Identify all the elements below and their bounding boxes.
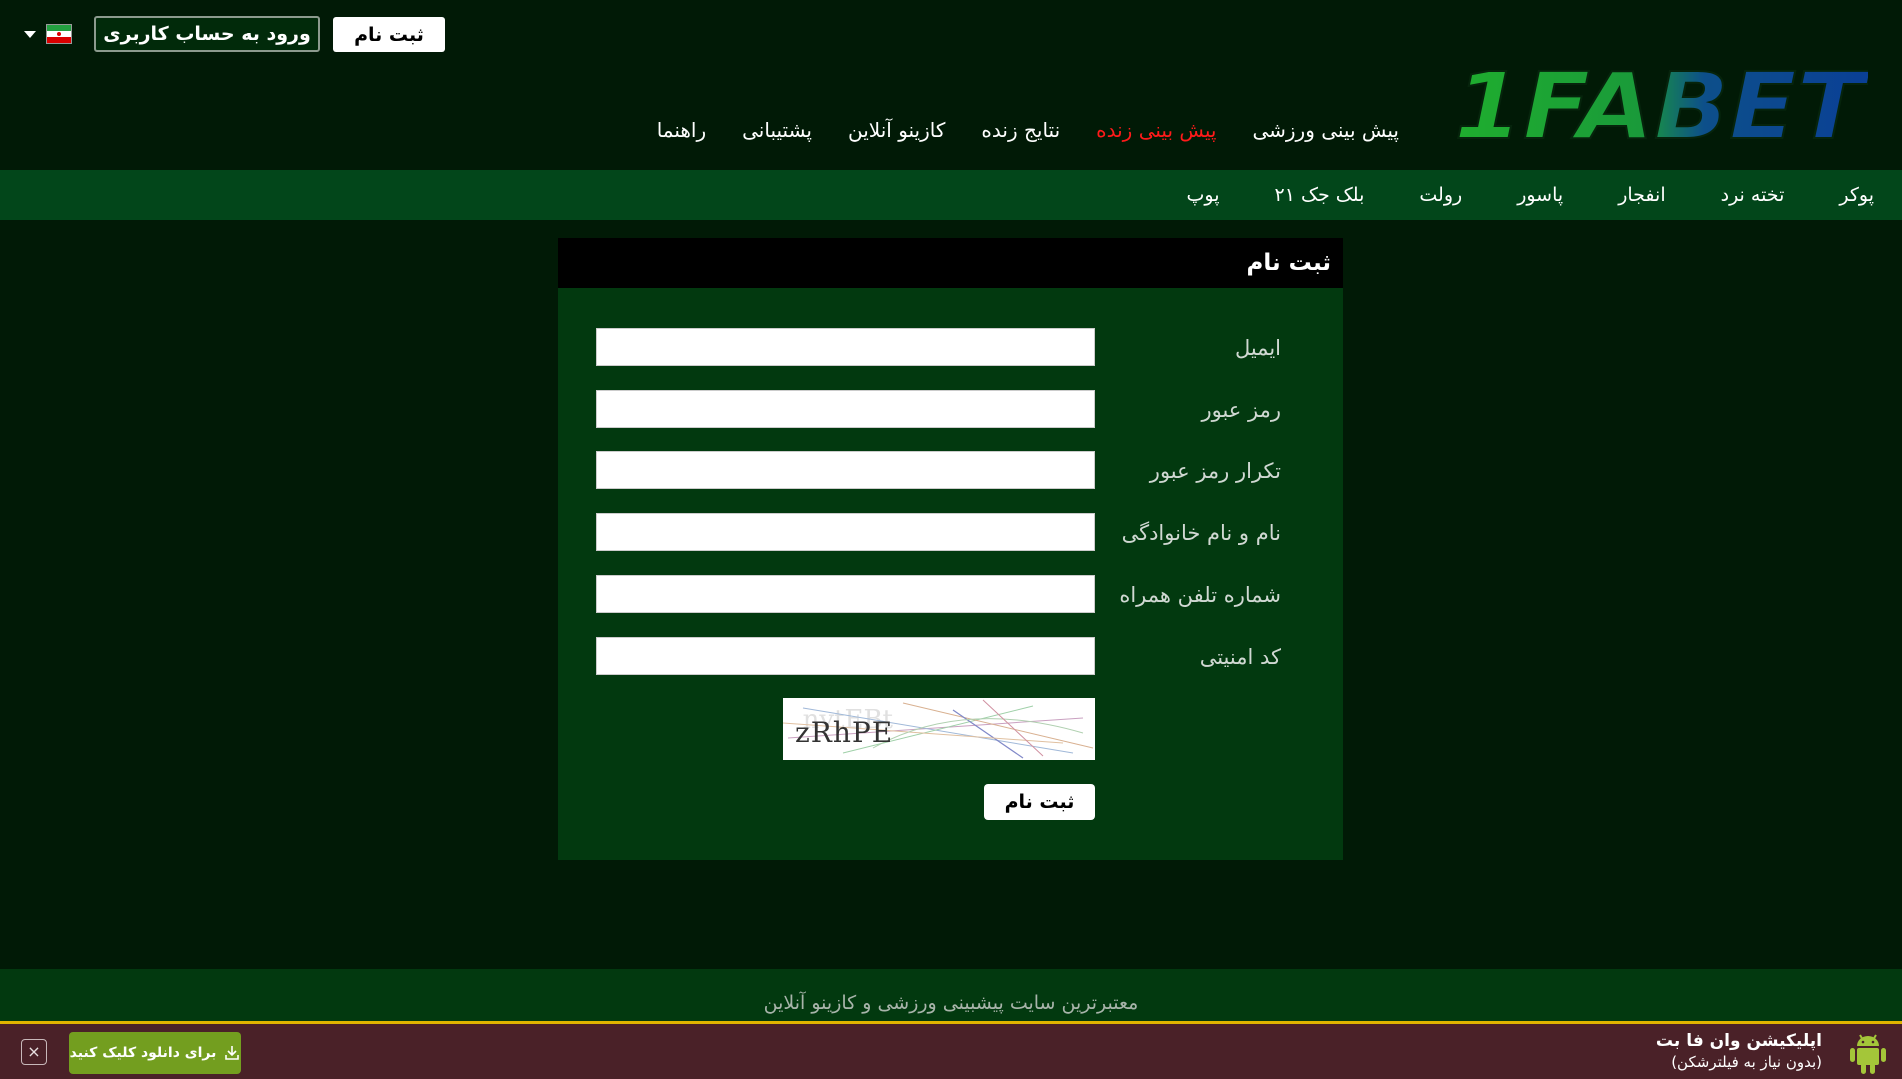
- nav-live-results[interactable]: نتایج زنده: [963, 118, 1078, 152]
- top-bar: ورود به حساب کاربری ثبت نام: [0, 0, 1902, 70]
- download-icon: [225, 1046, 240, 1060]
- games-nav-blackjack[interactable]: بلک جک ۲۱: [1275, 184, 1365, 206]
- registration-panel: ثبت نام ایمیل رمز عبور تکرار رمز عبور نا…: [558, 238, 1343, 860]
- games-nav-crash[interactable]: انفجار: [1618, 184, 1665, 206]
- games-nav-pasoor[interactable]: پاسور: [1517, 184, 1563, 206]
- download-app-button[interactable]: برای دانلود کلیک کنید: [69, 1032, 241, 1074]
- games-nav-backgammon[interactable]: تخته نرد: [1721, 184, 1785, 206]
- app-banner-title: اپلیکیشن وان فا بت: [1655, 1031, 1822, 1051]
- password-label: رمز عبور: [1201, 398, 1281, 422]
- submit-register-button[interactable]: ثبت نام: [984, 784, 1095, 820]
- games-nav-roulette[interactable]: رولت: [1419, 184, 1462, 206]
- full-name-label: نام و نام خانوادگی: [1121, 521, 1281, 545]
- iran-flag-icon: [46, 24, 72, 44]
- register-button[interactable]: ثبت نام: [333, 17, 445, 52]
- main-nav: پیش بینی ورزشی پیش بینی زنده نتایج زنده …: [639, 118, 1417, 152]
- phone-row: شماره تلفن همراه: [558, 575, 1343, 615]
- app-download-banner: اپلیکیشن وان فا بت (بدون نیاز به فیلترشک…: [0, 1021, 1902, 1079]
- footer: معتبرترین سایت پیشبینی ورزشی و کازینو آن…: [0, 969, 1902, 1021]
- games-nav-poker[interactable]: پوکر: [1839, 184, 1874, 206]
- download-app-label: برای دانلود کلیک کنید: [69, 1045, 217, 1061]
- email-field[interactable]: [596, 328, 1095, 366]
- captcha-image[interactable]: nvtEBt zRhPE: [783, 698, 1095, 760]
- email-label: ایمیل: [1234, 336, 1281, 360]
- panel-header: ثبت نام: [558, 238, 1343, 288]
- logo-text: 1FABET: [1454, 68, 1868, 148]
- confirm-password-label: تکرار رمز عبور: [1149, 459, 1281, 483]
- app-banner-subtitle: (بدون نیاز به فیلترشکن): [1671, 1053, 1822, 1071]
- phone-label: شماره تلفن همراه: [1119, 583, 1281, 607]
- captcha-text: zRhPE: [795, 716, 894, 749]
- phone-field[interactable]: [596, 575, 1095, 613]
- language-selector[interactable]: [22, 24, 74, 46]
- login-button[interactable]: ورود به حساب کاربری: [94, 16, 320, 52]
- games-nav-pop[interactable]: پوپ: [1187, 184, 1220, 206]
- password-row: رمز عبور: [558, 390, 1343, 430]
- android-icon: [1850, 1034, 1886, 1074]
- confirm-password-field[interactable]: [596, 451, 1095, 489]
- chevron-down-icon: [24, 31, 36, 38]
- password-field[interactable]: [596, 390, 1095, 428]
- close-banner-button[interactable]: ×: [21, 1039, 47, 1065]
- games-nav: پوکر تخته نرد انفجار پاسور رولت بلک جک ۲…: [0, 170, 1902, 220]
- site-header: ورود به حساب کاربری ثبت نام 1FABET پیش ب…: [0, 0, 1902, 170]
- nav-live-betting[interactable]: پیش بینی زنده: [1078, 118, 1234, 152]
- full-name-field[interactable]: [596, 513, 1095, 551]
- nav-sports-betting[interactable]: پیش بینی ورزشی: [1234, 118, 1417, 152]
- nav-online-casino[interactable]: کازینو آنلاین: [830, 118, 963, 152]
- nav-support[interactable]: پشتیبانی: [724, 118, 830, 152]
- panel-title: ثبت نام: [1246, 250, 1331, 276]
- security-code-row: کد امنیتی: [558, 637, 1343, 677]
- confirm-password-row: تکرار رمز عبور: [558, 451, 1343, 491]
- full-name-row: نام و نام خانوادگی: [558, 513, 1343, 553]
- security-code-field[interactable]: [596, 637, 1095, 675]
- nav-help[interactable]: راهنما: [639, 118, 724, 152]
- security-code-label: کد امنیتی: [1199, 645, 1281, 669]
- email-row: ایمیل: [558, 328, 1343, 368]
- site-logo[interactable]: 1FABET: [1450, 68, 1868, 148]
